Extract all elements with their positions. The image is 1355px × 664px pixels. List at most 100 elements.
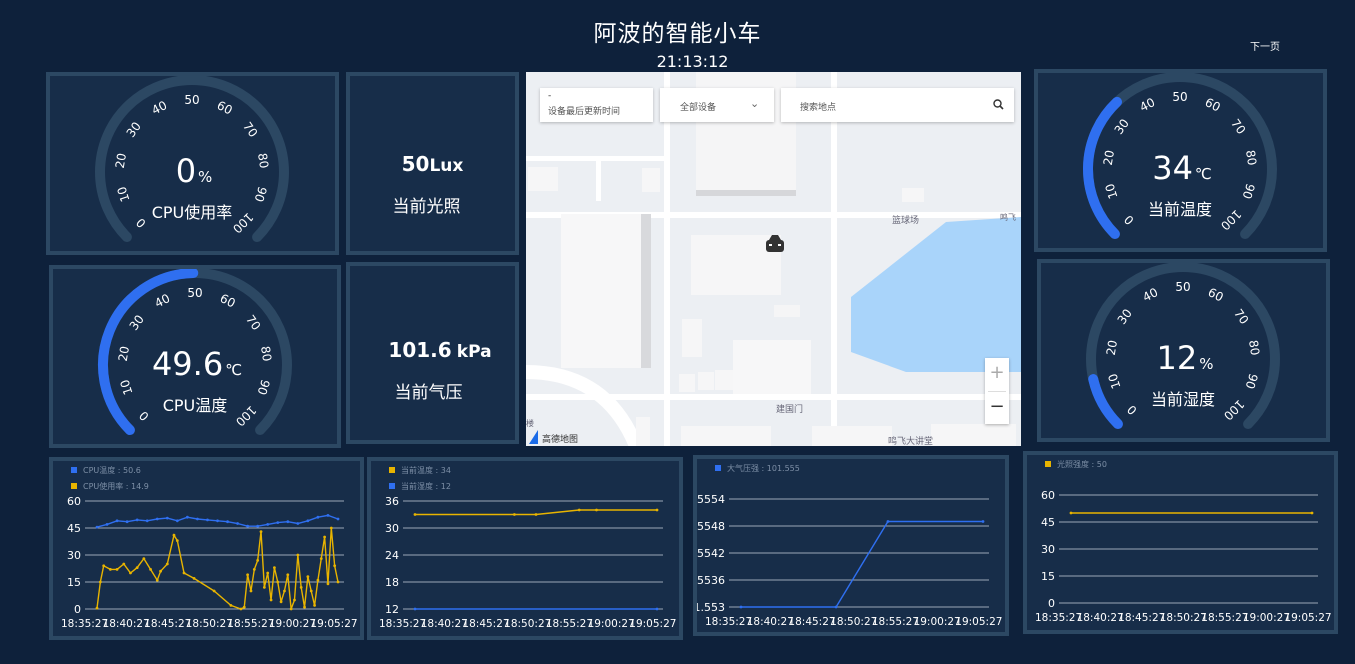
y-tick-label: 24 — [385, 549, 399, 562]
cpu-temp-panel: 0 10 20 30 40 50 60 70 80 90 100 49.6 ℃ CPU温度 — [49, 265, 341, 448]
gauge-label: CPU温度 — [163, 396, 228, 415]
y-tick-label: 60 — [1041, 489, 1055, 502]
gauge-tick-label: 30 — [1115, 306, 1135, 327]
map-canvas[interactable]: 篮球场 鸣飞 鸣飞大讲堂 楼 建国门 高德地图 — [526, 72, 1021, 446]
data-point — [145, 519, 149, 523]
y-tick-label: 101.553 — [697, 601, 725, 614]
search-input[interactable]: 搜索地点 — [800, 100, 836, 113]
gauge-label: 当前湿度 — [1151, 390, 1215, 409]
x-tick-label: 18:50:27 — [504, 618, 551, 630]
light-value: 50Lux — [350, 152, 515, 176]
data-point — [175, 519, 179, 523]
data-point — [512, 513, 516, 516]
data-point — [1069, 511, 1073, 515]
gauge-tick-label: 60 — [218, 291, 238, 310]
data-point — [239, 607, 243, 611]
y-tick-label: 15 — [1041, 570, 1055, 583]
gauge-tick-label: 50 — [1175, 280, 1190, 294]
x-tick-label: 18:35:27 — [1035, 612, 1082, 624]
data-point — [886, 520, 890, 523]
x-tick-label: 18:50:27 — [186, 618, 233, 630]
gauge-tick-label: 20 — [113, 152, 129, 169]
data-point — [242, 605, 246, 609]
x-tick-label: 18:50:27 — [830, 616, 877, 628]
svg-text:高德地图: 高德地图 — [542, 433, 578, 445]
data-point — [135, 566, 139, 569]
map-label-hall: 鸣飞大讲堂 — [888, 435, 933, 446]
x-tick-label: 18:40:27 — [421, 618, 468, 630]
data-point — [289, 607, 293, 611]
data-point — [149, 568, 152, 571]
series-line — [741, 520, 983, 608]
data-point — [316, 515, 320, 519]
data-point — [279, 600, 283, 604]
device-select-value: 全部设备 — [680, 103, 717, 113]
data-point — [259, 530, 263, 533]
cpu-temp-gauge: 010 20 30 40 50 60 70 80 90 100 49.6 ℃ CPU温度 — [98, 268, 292, 436]
cpu-usage-panel: 0 10 20 30 40 50 60 70 80 90 100 0% CPU使用率 — [46, 72, 339, 255]
gauge-tick-label: 70 — [240, 119, 260, 140]
device-select[interactable]: 全部设备 ⌄ — [660, 88, 774, 122]
search-icon[interactable] — [993, 99, 1004, 110]
place-search-box[interactable]: 搜索地点 — [781, 88, 1014, 122]
gauge-tick-label: 100 — [1221, 397, 1247, 423]
temperature-panel: 0 10 20 30 40 50 60 70 80 90 100 34 ℃ 当前温度 — [1034, 69, 1327, 252]
data-point — [266, 571, 270, 575]
x-tick-label: 18:35:27 — [705, 616, 752, 628]
y-tick-label: 101.5542 — [697, 547, 725, 560]
last-update-box[interactable]: - 设备最后更新时间 — [540, 88, 653, 122]
chevron-down-icon: ⌄ — [750, 97, 760, 110]
data-point — [182, 571, 186, 575]
temp-humidity-chart: 当前温度 : 34当前湿度 : 12121824303618:35:2718:4… — [379, 465, 676, 630]
data-point — [329, 526, 333, 530]
x-tick-label: 18:45:27 — [144, 618, 191, 630]
legend-swatch — [389, 467, 395, 473]
data-point — [283, 589, 286, 593]
x-tick-label: 18:35:27 — [61, 618, 108, 630]
y-tick-label: 101.5536 — [697, 574, 725, 587]
data-point — [655, 508, 659, 512]
data-point — [981, 520, 985, 523]
legend-swatch — [1045, 461, 1051, 467]
next-page-link[interactable]: 下一页 — [1250, 38, 1280, 53]
humidity-panel: 0 10 20 30 40 50 60 70 80 90 100 12% 当前湿度 — [1037, 259, 1330, 442]
data-point — [155, 578, 159, 582]
x-tick-label: 19:05:27 — [955, 616, 1002, 628]
legend-label: 大气压强 : 101.555 — [727, 463, 800, 473]
map-label-building: 楼 — [526, 418, 534, 428]
zoom-in-button[interactable]: + — [985, 362, 1009, 383]
x-tick-label: 18:40:27 — [747, 616, 794, 628]
gauge-tick-label: 90 — [254, 378, 272, 397]
map-view[interactable]: 篮球场 鸣飞 鸣飞大讲堂 楼 建国门 高德地图 - 设备最后更新时间 全部设备 … — [526, 72, 1021, 446]
x-tick-label: 18:40:27 — [103, 618, 150, 630]
zoom-out-button[interactable]: − — [985, 396, 1009, 417]
y-tick-label: 36 — [385, 495, 399, 508]
x-tick-label: 18:50:27 — [1160, 612, 1207, 624]
gauge-tick-label: 100 — [230, 210, 256, 236]
gauge-tick-label: 40 — [1140, 285, 1160, 304]
legend-label: 当前温度 : 34 — [401, 465, 451, 475]
y-tick-label: 30 — [67, 549, 81, 562]
x-tick-label: 19:00:27 — [588, 618, 635, 630]
gauge-tick-label: 40 — [152, 291, 172, 310]
gauge-tick-label: 30 — [124, 119, 144, 140]
data-point — [296, 522, 300, 525]
data-point — [313, 604, 316, 607]
data-point — [306, 575, 310, 578]
gauge-tick-label: 80 — [1243, 149, 1259, 166]
data-point — [269, 598, 273, 602]
y-tick-label: 18 — [385, 576, 399, 589]
gauge-tick-label: 0 — [1124, 402, 1139, 417]
pressure-chart: 大气压强 : 101.555 101.553 101.5536 101.5542 101… — [673, 463, 1003, 628]
x-tick-label: 18:55:27 — [872, 616, 919, 628]
y-tick-label: 30 — [1041, 543, 1055, 556]
legend-label: 当前湿度 : 12 — [401, 481, 451, 491]
legend-label: CPU使用率 : 14.9 — [83, 481, 149, 491]
gauge-tick-label: 90 — [251, 185, 269, 204]
data-point — [122, 562, 126, 566]
data-point — [115, 519, 119, 523]
amap-logo: 高德地图 — [529, 430, 578, 445]
gauge-tick-label: 50 — [187, 286, 202, 300]
data-point — [303, 605, 306, 609]
gauge-tick-label: 0 — [133, 215, 148, 230]
